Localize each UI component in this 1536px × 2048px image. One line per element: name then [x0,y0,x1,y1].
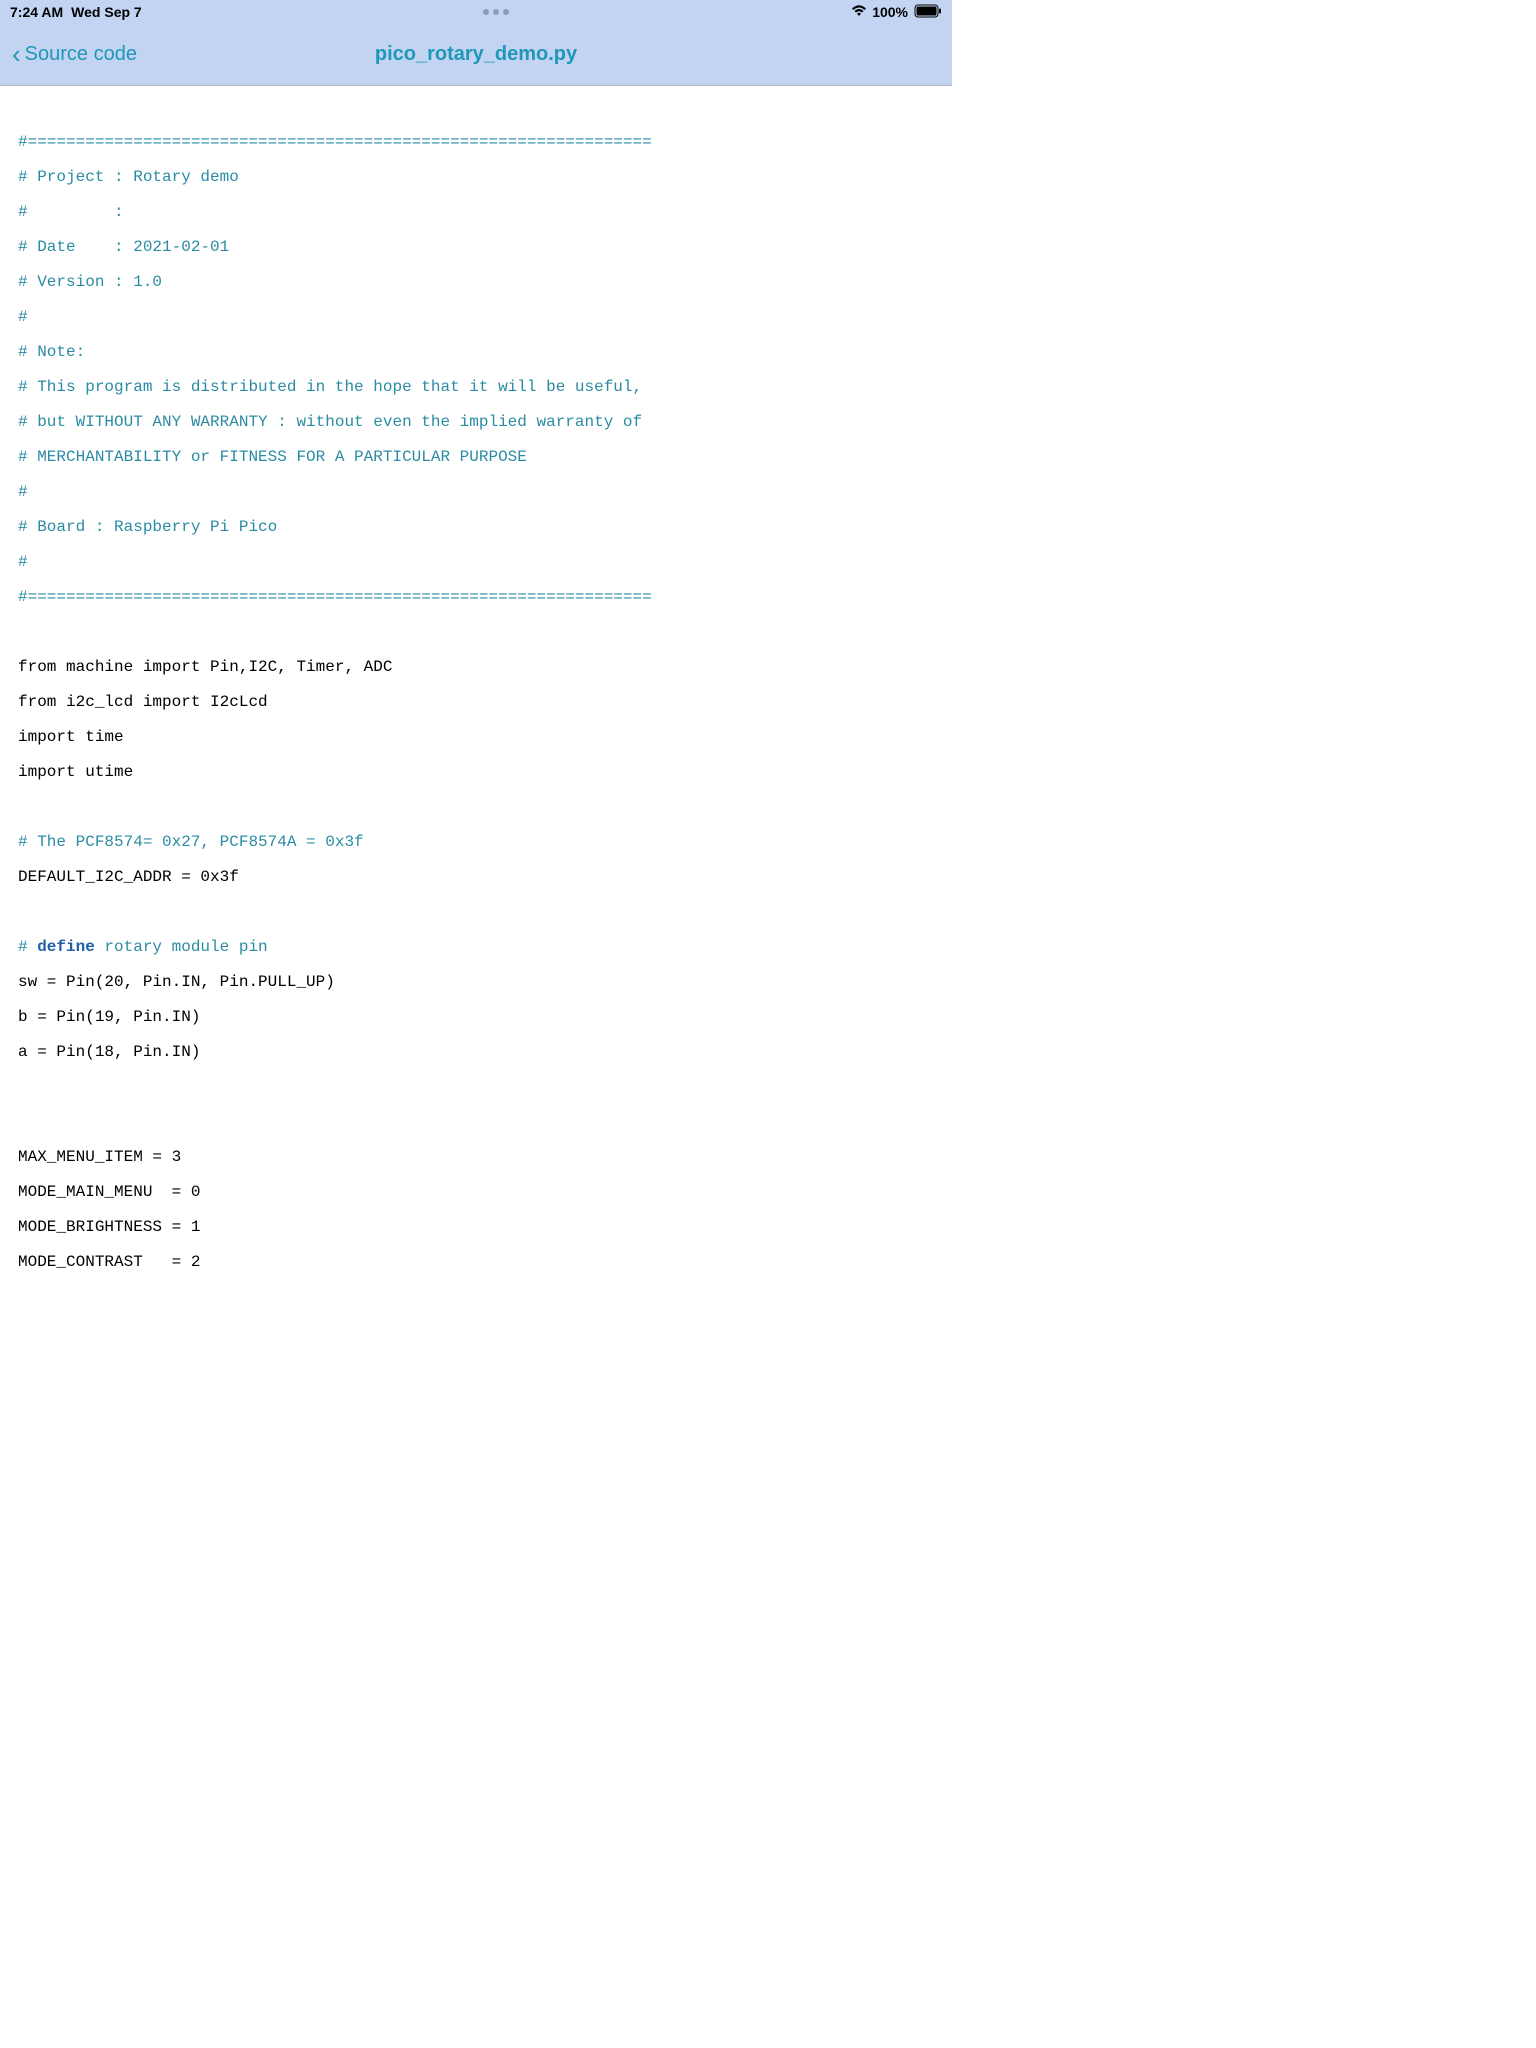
code-text: MODE_BRIGHTNESS = 1 [18,1217,200,1238]
code-line: # Version : 1.0 [18,265,934,300]
code-line: # [18,475,934,510]
code-comment: # This program is distributed in the hop… [18,377,642,398]
back-label: Source code [25,43,137,66]
code-line: # Board : Raspberry Pi Pico [18,510,934,545]
code-comment: # The PCF8574= 0x27, PCF8574A = 0x3f [18,832,364,853]
dot-icon [503,9,509,15]
code-line: a = Pin(18, Pin.IN) [18,1035,934,1070]
code-viewer[interactable]: #=======================================… [0,86,952,1298]
code-line: # The PCF8574= 0x27, PCF8574A = 0x3f [18,825,934,860]
status-date: Wed Sep 7 [71,4,142,20]
code-line: #=======================================… [18,125,934,160]
code-line: from i2c_lcd import I2cLcd [18,685,934,720]
code-line: sw = Pin(20, Pin.IN, Pin.PULL_UP) [18,965,934,1000]
code-text: from machine import Pin,I2C, Timer, ADC [18,657,392,678]
multitasking-dots[interactable] [483,9,509,15]
code-line: # : [18,195,934,230]
code-comment: #=======================================… [18,587,652,608]
code-comment: # Note: [18,342,85,363]
code-line: # define rotary module pin [18,930,934,965]
code-line [18,790,934,825]
code-text: DEFAULT_I2C_ADDR = 0x3f [18,867,239,888]
code-line: DEFAULT_I2C_ADDR = 0x3f [18,860,934,895]
status-right: 100% [850,4,942,21]
code-line: # but WITHOUT ANY WARRANTY : without eve… [18,405,934,440]
code-text: MODE_CONTRAST = 2 [18,1252,200,1273]
code-comment: # Board : Raspberry Pi Pico [18,517,277,538]
page-title: pico_rotary_demo.py [375,43,577,66]
code-line: # [18,300,934,335]
code-line: MODE_BRIGHTNESS = 1 [18,1210,934,1245]
code-comment: rotary module pin [95,937,268,958]
code-line [18,1105,934,1140]
status-bar: 7:24 AM Wed Sep 7 100% [0,0,952,24]
code-comment: # [18,552,28,573]
code-comment: # MERCHANTABILITY or FITNESS FOR A PARTI… [18,447,527,468]
code-comment: # [18,937,37,958]
dot-icon [483,9,489,15]
code-comment: # Version : 1.0 [18,272,162,293]
code-line: # [18,545,934,580]
code-comment: # but WITHOUT ANY WARRANTY : without eve… [18,412,642,433]
code-comment: # Date : 2021-02-01 [18,237,229,258]
code-line [18,1070,934,1105]
code-line [18,615,934,650]
code-comment: #=======================================… [18,132,652,153]
code-comment: # : [18,202,124,223]
code-line: import utime [18,755,934,790]
code-text: MODE_MAIN_MENU = 0 [18,1182,200,1203]
dot-icon [493,9,499,15]
code-comment: # [18,482,28,503]
code-comment: # Project : Rotary demo [18,167,239,188]
chevron-left-icon: ‹ [12,39,21,70]
code-text: b = Pin(19, Pin.IN) [18,1007,200,1028]
code-text: import time [18,727,124,748]
code-line: #=======================================… [18,580,934,615]
code-line: from machine import Pin,I2C, Timer, ADC [18,650,934,685]
code-line: # MERCHANTABILITY or FITNESS FOR A PARTI… [18,440,934,475]
code-line: MAX_MENU_ITEM = 3 [18,1140,934,1175]
battery-percent: 100% [872,4,908,20]
code-line: MODE_MAIN_MENU = 0 [18,1175,934,1210]
back-button[interactable]: ‹ Source code [0,39,137,70]
code-keyword: define [37,937,95,958]
status-time: 7:24 AM [10,4,63,20]
code-line: # This program is distributed in the hop… [18,370,934,405]
code-comment: # [18,307,28,328]
code-text: import utime [18,762,133,783]
wifi-icon [850,4,868,21]
battery-icon [914,4,942,21]
code-line: b = Pin(19, Pin.IN) [18,1000,934,1035]
code-line [18,895,934,930]
code-line: import time [18,720,934,755]
code-text: from i2c_lcd import I2cLcd [18,692,268,713]
code-line: # Project : Rotary demo [18,160,934,195]
code-text: MAX_MENU_ITEM = 3 [18,1147,181,1168]
code-line: MODE_CONTRAST = 2 [18,1245,934,1280]
code-line: # Date : 2021-02-01 [18,230,934,265]
nav-bar: ‹ Source code pico_rotary_demo.py [0,24,952,86]
code-text: a = Pin(18, Pin.IN) [18,1042,200,1063]
status-left: 7:24 AM Wed Sep 7 [10,4,142,20]
code-text: sw = Pin(20, Pin.IN, Pin.PULL_UP) [18,972,335,993]
code-line: # Note: [18,335,934,370]
